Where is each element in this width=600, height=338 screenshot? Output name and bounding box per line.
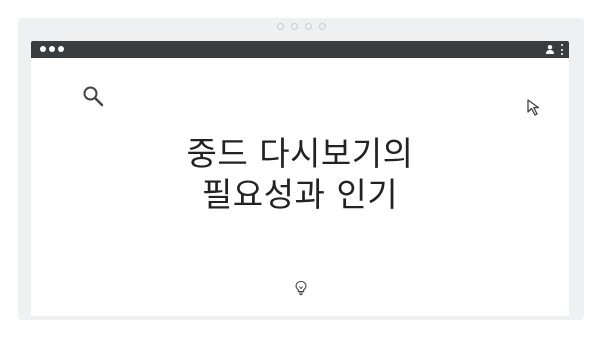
slide-content: 중드 다시보기의 필요성과 인기 xyxy=(31,58,569,316)
window-control-dot[interactable] xyxy=(49,46,55,52)
title-line-2: 필요성과 인기 xyxy=(201,175,399,214)
title-line-1: 중드 다시보기의 xyxy=(186,134,414,173)
cursor-icon xyxy=(527,99,540,116)
more-vert-icon[interactable] xyxy=(560,44,564,55)
page-indicator-dots xyxy=(18,23,584,33)
lightbulb-icon xyxy=(295,280,307,296)
user-icon[interactable] xyxy=(545,44,555,54)
window-control-dot[interactable] xyxy=(40,46,46,52)
page-dot xyxy=(304,23,312,30)
search-icon xyxy=(83,86,104,107)
browser-titlebar xyxy=(31,41,569,58)
page-title: 중드 다시보기의 필요성과 인기 xyxy=(31,133,569,215)
page-dot xyxy=(318,23,326,30)
window-control-dot[interactable] xyxy=(58,46,64,52)
page-dot xyxy=(276,23,284,30)
page-dot xyxy=(290,23,298,30)
